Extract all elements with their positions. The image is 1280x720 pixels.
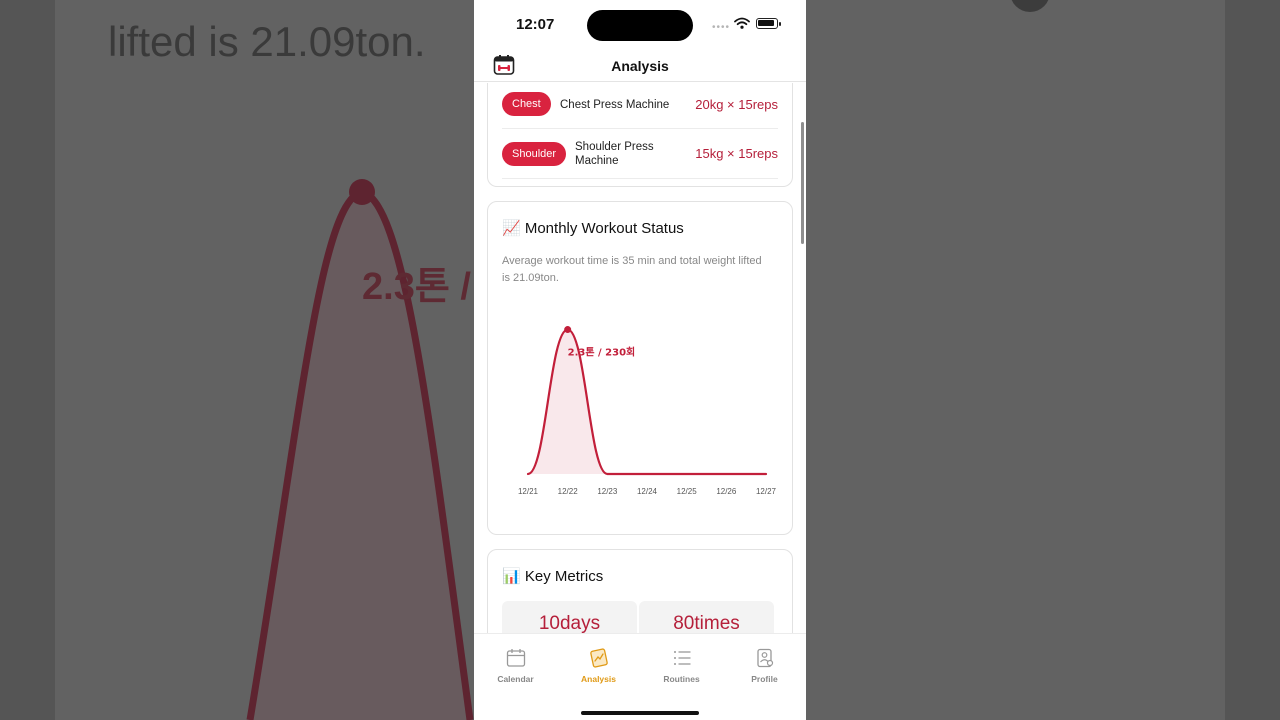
chart-peak-point[interactable] [564, 326, 572, 334]
monthly-status-summary: Average workout time is 35 min and total… [502, 255, 762, 284]
chart-peak-label: 2.3톤 / 230회 [568, 346, 636, 359]
wifi-icon [734, 17, 750, 29]
home-indicator [581, 711, 699, 715]
navigation-bar: Analysis [474, 48, 806, 82]
tab-profile[interactable]: Profile [723, 648, 806, 684]
body-part-chip: Shoulder [502, 142, 567, 166]
x-tick-label: 12/25 [677, 487, 698, 496]
exercise-row[interactable]: Shoulder Shoulder Press Machine 15kg × 1… [502, 129, 778, 179]
exercise-row[interactable]: Chest Chest Press Machine 20kg × 15reps [502, 87, 778, 129]
x-tick-label: 12/24 [637, 487, 658, 496]
background-top-circle [1011, 0, 1049, 12]
tab-routines[interactable]: Routines [640, 648, 723, 684]
tab-label: Analysis [581, 674, 616, 684]
tab-bar: Calendar Analysis Routines Profile [474, 633, 806, 720]
analysis-icon [589, 648, 608, 668]
chart-area [528, 329, 766, 474]
tab-label: Routines [663, 674, 700, 684]
tab-label: Profile [751, 674, 778, 684]
x-tick-label: 12/22 [558, 487, 579, 496]
status-bar: 12:07 •••• [474, 0, 806, 48]
background-peak-label: 2.3톤 / [362, 266, 471, 308]
exercise-name: Shoulder Press Machine [575, 141, 654, 167]
metric-value: 10days [538, 613, 601, 633]
tab-analysis[interactable]: Analysis [557, 648, 640, 684]
dynamic-island [587, 10, 693, 41]
calendar-icon [506, 649, 525, 667]
metric-tile-times: 80times [639, 601, 774, 633]
monthly-chart: 2.3톤 / 230회 12/21 12/22 12/23 12/24 12/25 12/2… [518, 326, 777, 496]
exercise-name: Chest Press Machine [560, 99, 670, 111]
scrollbar[interactable] [801, 122, 804, 244]
x-tick-label: 12/26 [716, 487, 737, 496]
scroll-content[interactable]: Chest Chest Press Machine 20kg × 15reps … [474, 83, 806, 633]
cellular-signal-icon: •••• [712, 22, 731, 33]
status-time: 12:07 [516, 16, 555, 33]
monthly-status-title: 📈 Monthly Workout Status [502, 220, 684, 237]
exercise-set-value: 15kg × 15reps [695, 146, 778, 161]
page-title: Analysis [611, 58, 669, 74]
battery-icon [756, 18, 781, 29]
today-exercises-card: Chest Chest Press Machine 20kg × 15reps … [487, 83, 793, 187]
body-part-chip: Chest [502, 92, 551, 116]
monthly-status-card: 📈 Monthly Workout Status Average workout… [487, 201, 793, 535]
key-metrics-title: 📊 Key Metrics [502, 568, 604, 585]
phone-screen: 12:07 •••• Analysis Chest Chest Press Ma… [474, 0, 806, 720]
exercise-set-value: 20kg × 15reps [695, 97, 778, 112]
tab-label: Calendar [497, 674, 534, 684]
tab-calendar[interactable]: Calendar [474, 648, 557, 684]
list-icon [673, 651, 690, 665]
background-chart-peak [349, 179, 375, 205]
x-tick-label: 12/27 [756, 487, 777, 496]
metric-tile-days: 10days [502, 601, 637, 633]
metric-value: 80times [673, 613, 740, 633]
key-metrics-card: 📊 Key Metrics 10days 80times [487, 549, 793, 633]
profile-icon [756, 648, 773, 668]
x-tick-label: 12/23 [597, 487, 618, 496]
x-tick-label: 12/21 [518, 487, 539, 496]
